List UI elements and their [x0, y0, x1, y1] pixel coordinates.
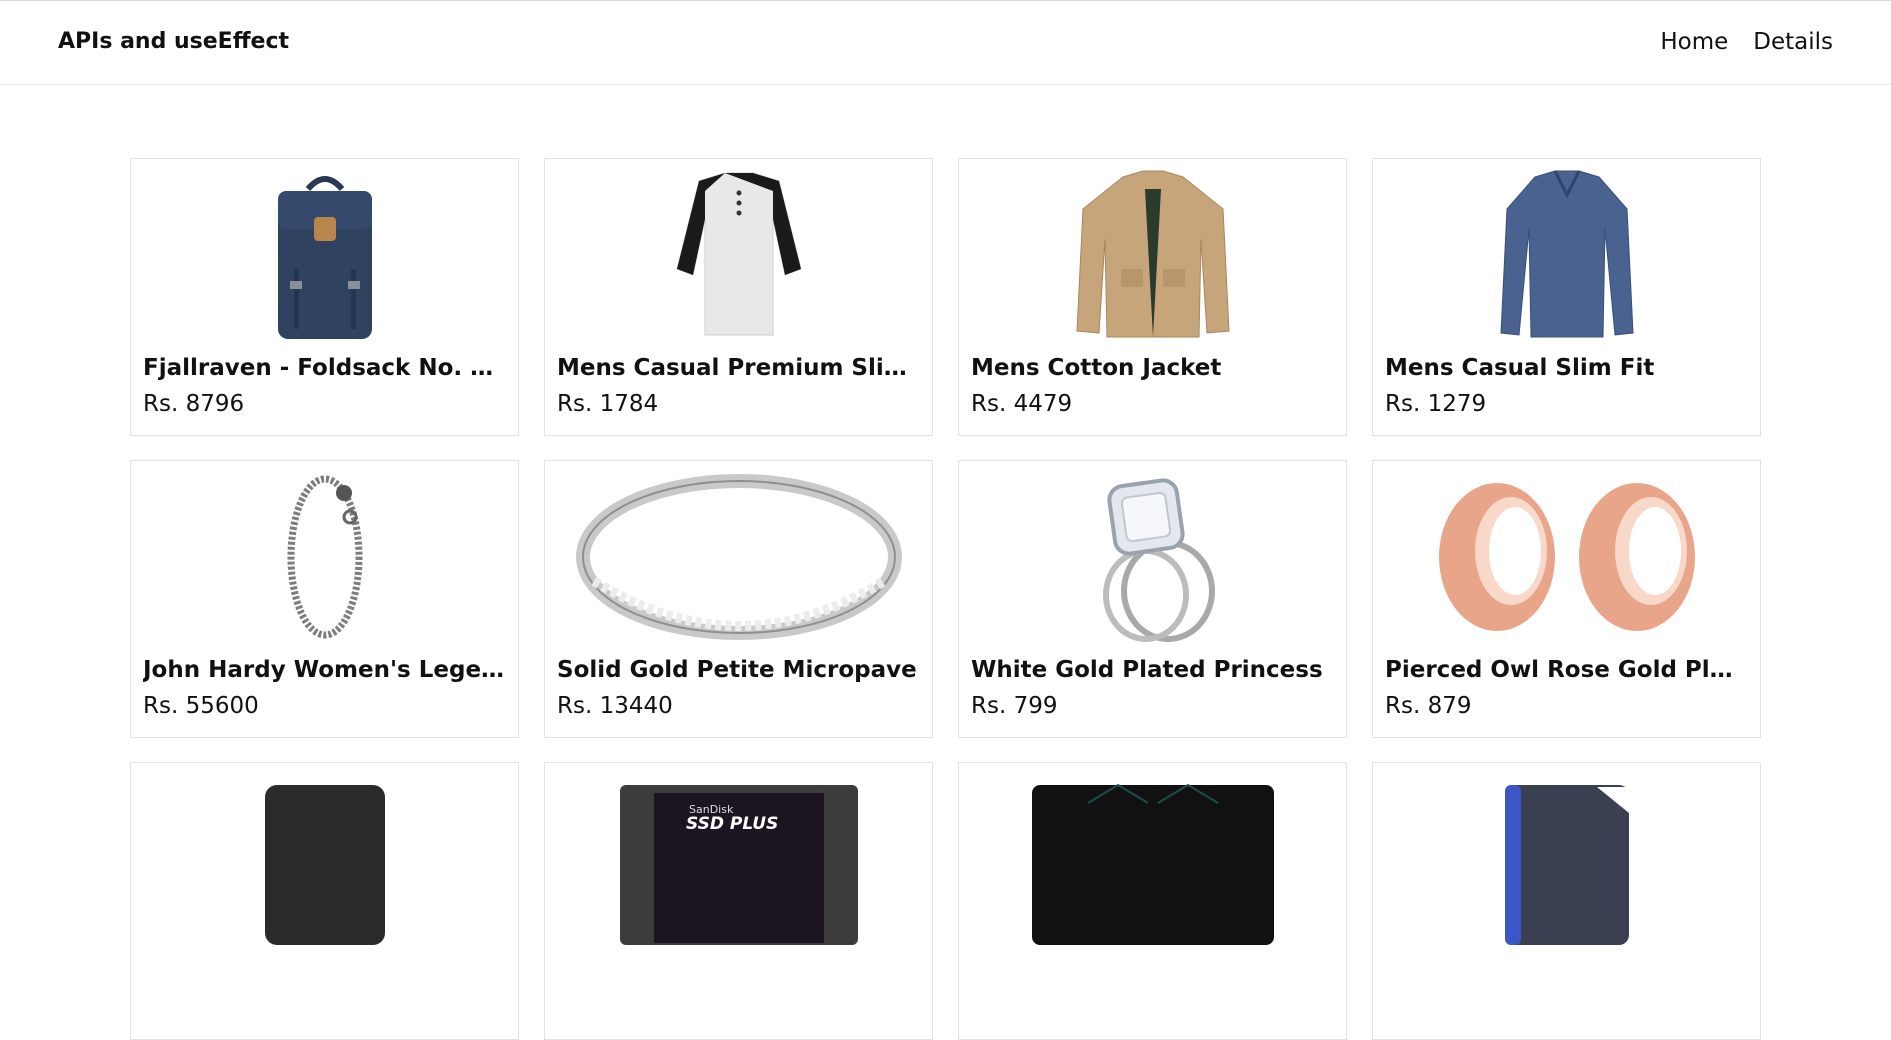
internal-ssd-image: [959, 773, 1346, 945]
product-price: Rs. 13440: [557, 693, 673, 719]
product-title: Fjallraven - Foldsack No. 1 Back...: [143, 355, 506, 381]
long-sleeve-shirt-image: [1373, 169, 1760, 341]
product-card[interactable]: Mens Casual Slim Fit Rs. 1279: [1372, 158, 1761, 436]
product-title: Solid Gold Petite Micropave: [557, 657, 917, 683]
product-card[interactable]: Fjallraven - Foldsack No. 1 Back... Rs. …: [130, 158, 519, 436]
nav-links: Home Details: [1660, 29, 1833, 55]
product-card[interactable]: Mens Cotton Jacket Rs. 4479: [958, 158, 1347, 436]
backpack-image: [131, 169, 518, 341]
product-card[interactable]: Mens Casual Premium Slim Fit ... Rs. 178…: [544, 158, 933, 436]
nav-home-link[interactable]: Home: [1660, 29, 1728, 55]
product-card[interactable]: Pierced Owl Rose Gold Plated S... Rs. 87…: [1372, 460, 1761, 738]
raglan-tshirt-image: [545, 169, 932, 341]
product-price: Rs. 4479: [971, 391, 1073, 417]
product-card[interactable]: White Gold Plated Princess Rs. 799: [958, 460, 1347, 738]
cotton-jacket-image: [959, 169, 1346, 341]
navbar: APIs and useEffect Home Details: [0, 0, 1891, 85]
princess-ring-image: [959, 471, 1346, 643]
external-hard-drive-image: [131, 773, 518, 945]
product-card[interactable]: John Hardy Women's Legends ... Rs. 55600: [130, 460, 519, 738]
micropave-ring-image: [545, 471, 932, 643]
product-price: Rs. 799: [971, 693, 1058, 719]
product-title: John Hardy Women's Legends ...: [143, 657, 506, 683]
portable-drive-image: [1373, 773, 1760, 945]
dragon-bracelet-image: [131, 471, 518, 643]
product-title: Mens Casual Premium Slim Fit ...: [557, 355, 920, 381]
product-price: Rs. 55600: [143, 693, 259, 719]
product-title: Mens Cotton Jacket: [971, 355, 1222, 381]
product-card[interactable]: [958, 762, 1347, 1040]
product-price: Rs. 1279: [1385, 391, 1487, 417]
product-title: Pierced Owl Rose Gold Plated S...: [1385, 657, 1748, 683]
ssd-plus-image: SanDisk SSD PLUS: [545, 773, 932, 945]
product-card[interactable]: [1372, 762, 1761, 1040]
product-title: Mens Casual Slim Fit: [1385, 355, 1655, 381]
svg-text:SSD PLUS: SSD PLUS: [686, 814, 778, 834]
product-title: White Gold Plated Princess: [971, 657, 1323, 683]
brand-title[interactable]: APIs and useEffect: [58, 29, 289, 54]
product-card[interactable]: SanDisk SSD PLUS: [544, 762, 933, 1040]
rose-gold-plugs-image: [1373, 471, 1760, 643]
product-price: Rs. 879: [1385, 693, 1472, 719]
product-card[interactable]: Solid Gold Petite Micropave Rs. 13440: [544, 460, 933, 738]
product-card[interactable]: [130, 762, 519, 1040]
product-price: Rs. 1784: [557, 391, 659, 417]
nav-details-link[interactable]: Details: [1753, 29, 1833, 55]
product-price: Rs. 8796: [143, 391, 245, 417]
